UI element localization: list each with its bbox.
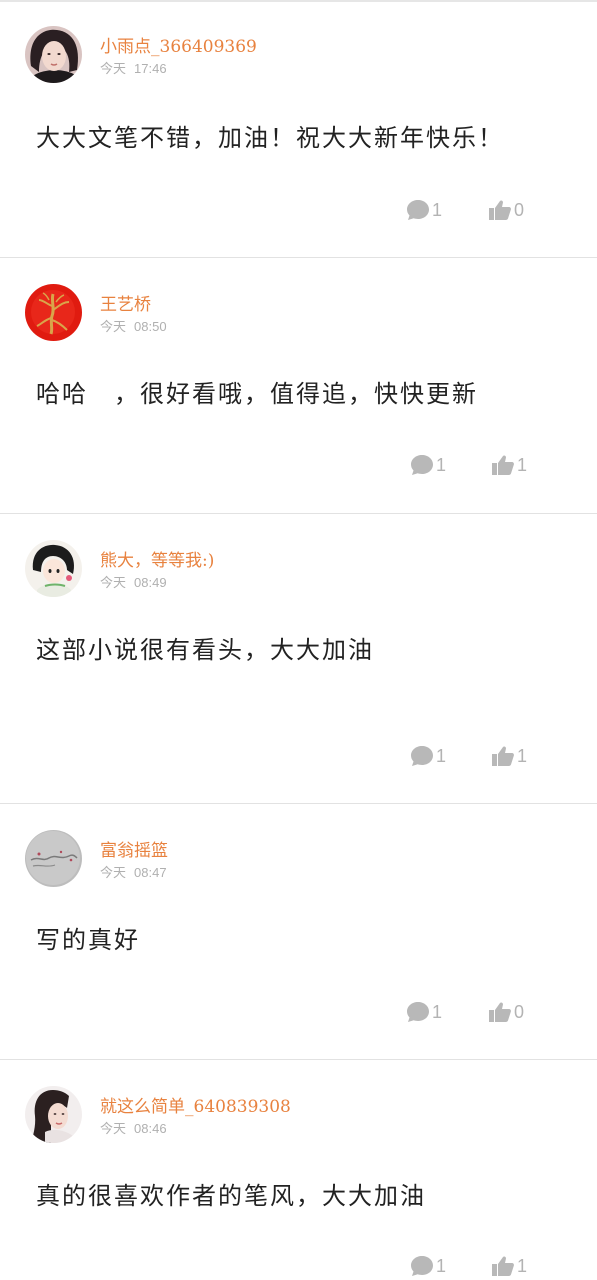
thumbs-up-icon	[492, 455, 514, 475]
like-count: 1	[517, 454, 528, 475]
timestamp: 今天 08:46	[100, 1118, 167, 1137]
like-button[interactable]: 1	[491, 454, 527, 476]
username[interactable]: 熊大，等等我:)	[100, 546, 214, 571]
speech-bubble-icon	[411, 746, 433, 766]
avatar[interactable]	[25, 830, 82, 887]
thumbs-up-icon	[489, 200, 511, 220]
comment-item: 王艺桥 今天 08:50 哈哈 ，很好看哦，值得追，快快更新 1 1	[0, 258, 597, 514]
comment-text: 哈哈 ，很好看哦，值得追，快快更新	[36, 380, 478, 408]
comment-item: 富翁摇篮 今天 08:47 写的真好 1 0	[0, 804, 597, 1060]
reply-button[interactable]: 1	[406, 199, 442, 221]
reply-count: 1	[436, 1255, 447, 1276]
like-count: 1	[517, 1255, 528, 1276]
reply-count: 1	[432, 199, 443, 220]
post-time: 08:49	[134, 575, 167, 590]
avatar[interactable]	[25, 1086, 82, 1143]
user-avatar-image	[25, 284, 82, 341]
like-count: 1	[517, 745, 528, 766]
timestamp: 今天 08:50	[100, 316, 167, 335]
username[interactable]: 就这么简单_640839308	[100, 1092, 291, 1117]
speech-bubble-icon	[411, 1256, 433, 1276]
comment-text: 这部小说很有看头，大大加油	[36, 636, 374, 664]
reply-button[interactable]: 1	[410, 745, 446, 767]
username[interactable]: 小雨点_366409369	[100, 32, 257, 57]
post-time: 08:47	[134, 865, 167, 880]
reply-count: 1	[436, 745, 447, 766]
username[interactable]: 王艺桥	[100, 290, 151, 315]
timestamp: 今天 17:46	[100, 58, 167, 77]
post-day: 今天	[100, 61, 127, 76]
post-day: 今天	[100, 1121, 127, 1136]
post-time: 17:46	[134, 61, 167, 76]
username[interactable]: 富翁摇篮	[100, 836, 168, 861]
comment-text: 真的很喜欢作者的笔风，大大加油	[36, 1182, 426, 1210]
avatar[interactable]	[25, 284, 82, 341]
thumbs-up-icon	[492, 1256, 514, 1276]
user-avatar-image	[25, 830, 82, 887]
post-day: 今天	[100, 865, 127, 880]
reply-count: 1	[432, 1001, 443, 1022]
speech-bubble-icon	[407, 200, 429, 220]
avatar[interactable]	[25, 26, 82, 83]
comment-text: 写的真好	[36, 926, 140, 954]
post-day: 今天	[100, 575, 127, 590]
comment-item: 熊大，等等我:) 今天 08:49 这部小说很有看头，大大加油 1 1	[0, 514, 597, 804]
post-time: 08:46	[134, 1121, 167, 1136]
like-button[interactable]: 0	[488, 199, 524, 221]
timestamp: 今天 08:47	[100, 862, 167, 881]
speech-bubble-icon	[411, 455, 433, 475]
user-avatar-image	[25, 540, 82, 597]
reply-button[interactable]: 1	[410, 454, 446, 476]
post-day: 今天	[100, 319, 127, 334]
comment-item: 小雨点_366409369 今天 17:46 大大文笔不错，加油！祝大大新年快乐！…	[0, 0, 597, 258]
reply-button[interactable]: 1	[406, 1001, 442, 1023]
comment-item: 就这么简单_640839308 今天 08:46 真的很喜欢作者的笔风，大大加油 …	[0, 1060, 597, 1280]
like-count: 0	[514, 199, 525, 220]
like-button[interactable]: 1	[491, 745, 527, 767]
thumbs-up-icon	[492, 746, 514, 766]
reply-button[interactable]: 1	[410, 1255, 446, 1277]
comment-text: 大大文笔不错，加油！祝大大新年快乐！	[36, 124, 504, 152]
timestamp: 今天 08:49	[100, 572, 167, 591]
reply-count: 1	[436, 454, 447, 475]
user-avatar-image	[25, 26, 82, 83]
like-button[interactable]: 1	[491, 1255, 527, 1277]
avatar[interactable]	[25, 540, 82, 597]
user-avatar-image	[25, 1086, 82, 1143]
like-button[interactable]: 0	[488, 1001, 524, 1023]
speech-bubble-icon	[407, 1002, 429, 1022]
thumbs-up-icon	[489, 1002, 511, 1022]
like-count: 0	[514, 1001, 525, 1022]
post-time: 08:50	[134, 319, 167, 334]
